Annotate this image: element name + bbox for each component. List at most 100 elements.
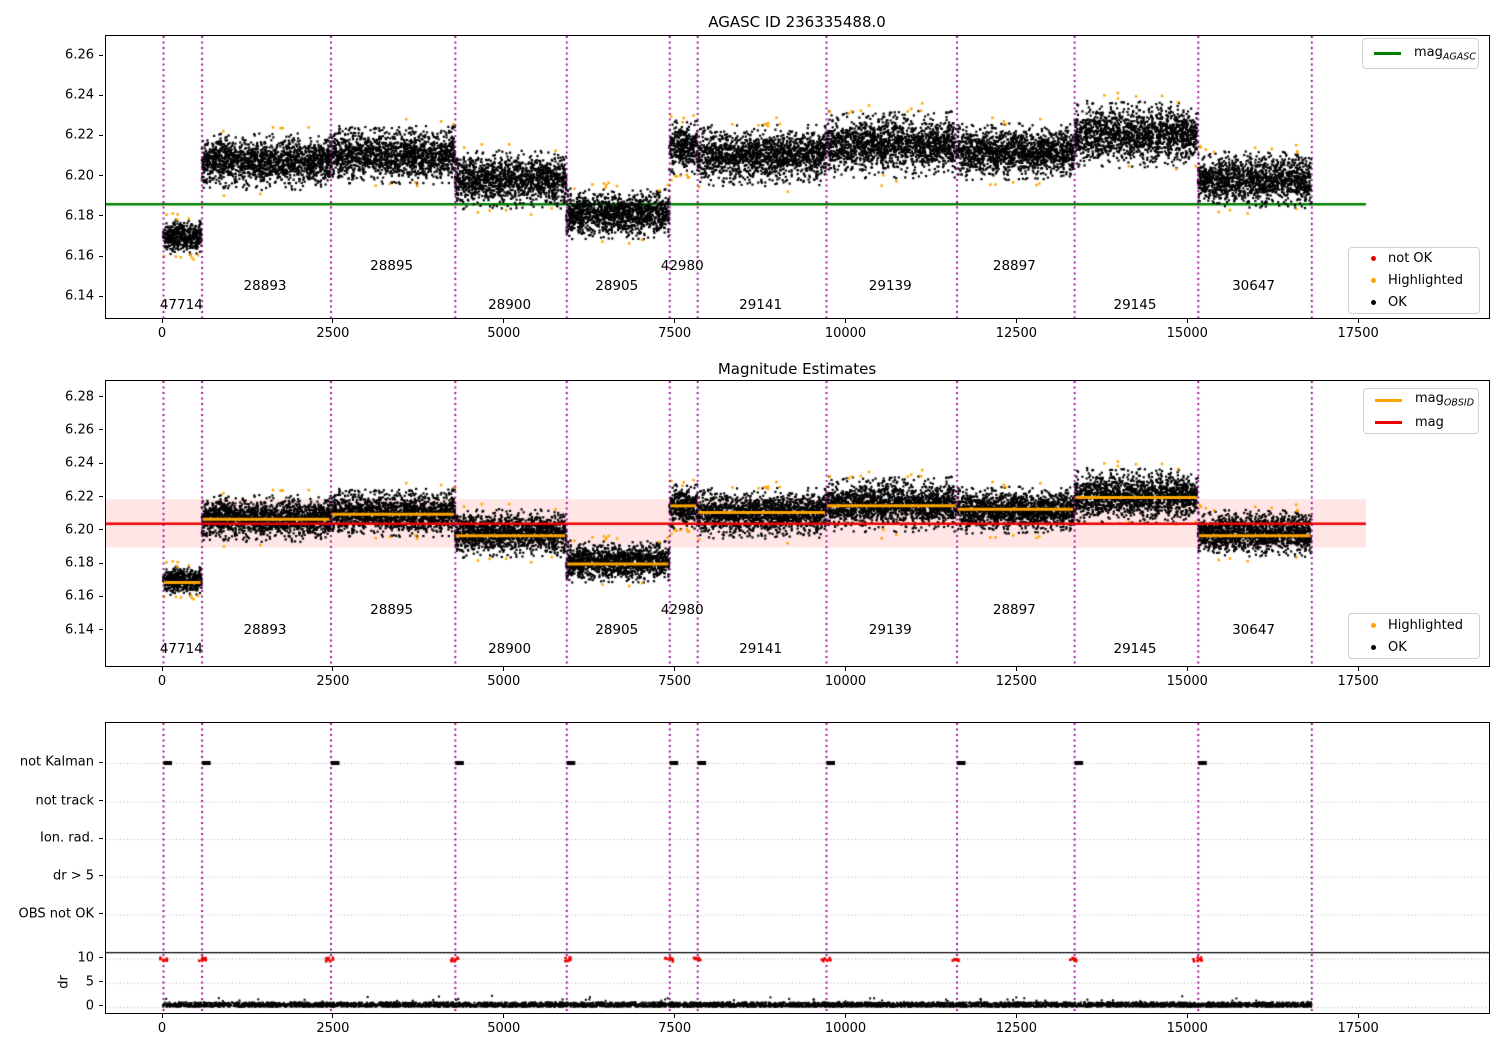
orange-dot-swatch — [1371, 622, 1376, 628]
dr-tick-label: 0 — [85, 998, 94, 1014]
x-tick-mark — [1357, 1014, 1359, 1018]
top-plot-canvas — [106, 36, 1489, 318]
black-dot-swatch — [1371, 644, 1376, 650]
x-tick-label: 5000 — [487, 1021, 521, 1036]
x-tick-mark — [1015, 319, 1017, 323]
dr-tick-mark — [99, 957, 103, 959]
y-tick-mark — [99, 496, 103, 498]
obsid-label: 28893 — [243, 278, 287, 294]
x-tick-mark — [1186, 667, 1188, 671]
x-tick-mark — [503, 1014, 505, 1018]
y-tick-mark — [99, 175, 103, 177]
y-tick-label: 6.28 — [65, 389, 94, 405]
y-tick-mark — [99, 529, 103, 531]
flag-row-tick-mark — [99, 913, 103, 915]
flag-row-label: OBS not OK — [18, 906, 95, 922]
legend-label-not-ok: not OK — [1388, 251, 1433, 267]
y-tick-label: 6.24 — [65, 455, 94, 471]
obsid-label: 28897 — [992, 258, 1036, 274]
x-tick-label: 0 — [157, 1021, 167, 1036]
x-tick-mark — [674, 319, 676, 323]
obsid-label: 29139 — [868, 622, 912, 638]
flag-row-tick-mark — [99, 761, 103, 763]
legend-item-not-ok: not OK — [1349, 248, 1479, 270]
x-tick-mark — [503, 319, 505, 323]
legend-label-mag-obsid: magOBSID — [1415, 391, 1475, 409]
obsid-label: 42980 — [660, 602, 704, 618]
x-tick-label: 0 — [157, 674, 167, 689]
y-tick-mark — [99, 255, 103, 257]
flag-row-tick-mark — [99, 800, 103, 802]
x-tick-mark — [845, 319, 846, 323]
obsid-label: 28900 — [488, 641, 532, 657]
obsid-label: 28895 — [370, 258, 414, 274]
x-tick-mark — [845, 667, 846, 671]
x-tick-label: 12500 — [995, 326, 1038, 341]
obsid-label: 28905 — [595, 278, 639, 294]
x-tick-mark — [161, 319, 163, 323]
obsid-label: 28895 — [370, 602, 414, 618]
middle-plot-title: Magnitude Estimates — [717, 360, 877, 378]
x-tick-label: 15000 — [1166, 674, 1208, 689]
top-plot-axes — [105, 35, 1490, 319]
legend-label-ok-mid: OK — [1388, 639, 1407, 655]
y-tick-mark — [99, 429, 103, 431]
x-tick-mark — [161, 667, 163, 671]
obsid-label: 28897 — [992, 602, 1036, 618]
orange-dot-swatch — [1371, 278, 1376, 283]
obsid-label: 47714 — [159, 297, 203, 313]
obsid-label: 30647 — [1232, 278, 1276, 294]
flag-row-label: dr > 5 — [52, 868, 94, 884]
y-tick-mark — [99, 134, 103, 136]
legend-top-points: not OK Highlighted OK — [1348, 247, 1480, 314]
x-tick-label: 5000 — [487, 326, 521, 341]
x-tick-label: 17500 — [1337, 1021, 1379, 1036]
x-tick-label: 0 — [157, 326, 167, 341]
flag-row-label: Ion. rad. — [40, 830, 94, 846]
x-tick-label: 10000 — [824, 1021, 867, 1036]
flag-row-label: not track — [35, 793, 94, 809]
obsid-label: 29145 — [1113, 297, 1157, 313]
obsid-label: 29145 — [1113, 641, 1157, 657]
x-tick-label: 17500 — [1337, 326, 1379, 341]
y-tick-mark — [99, 396, 103, 398]
x-tick-label: 10000 — [824, 674, 867, 689]
legend-label-highlighted-mid: Highlighted — [1388, 617, 1463, 633]
x-tick-mark — [674, 1014, 676, 1018]
legend-label-ok: OK — [1388, 294, 1407, 310]
green-line-swatch — [1374, 52, 1401, 55]
x-tick-mark — [332, 667, 334, 671]
figure: AGASC ID 236335488.0 Magnitude Estimates… — [0, 0, 1500, 1050]
x-tick-mark — [1186, 1014, 1188, 1018]
x-tick-label: 15000 — [1166, 1021, 1208, 1036]
y-tick-mark — [99, 462, 103, 464]
x-tick-label: 10000 — [824, 326, 867, 341]
x-tick-label: 2500 — [316, 1021, 350, 1036]
obsid-label: 30647 — [1232, 622, 1276, 638]
x-tick-mark — [674, 667, 676, 671]
y-tick-label: 6.14 — [65, 622, 94, 638]
red-dot-swatch — [1371, 256, 1376, 262]
x-tick-label: 2500 — [316, 674, 350, 689]
obsid-label: 28893 — [243, 622, 287, 638]
x-tick-label: 7500 — [658, 1021, 692, 1036]
x-tick-mark — [1186, 319, 1188, 323]
x-tick-mark — [1357, 667, 1359, 671]
obsid-label: 29141 — [739, 297, 783, 313]
flag-row-tick-mark — [99, 837, 103, 839]
bottom-plot-canvas — [106, 723, 1489, 1013]
y-tick-label: 6.14 — [65, 288, 94, 304]
legend-item-highlighted-mid: Highlighted — [1349, 614, 1479, 636]
red-line-swatch — [1375, 420, 1402, 424]
dr-tick-label: 5 — [85, 974, 94, 990]
y-tick-label: 6.22 — [65, 127, 94, 143]
x-tick-mark — [332, 319, 334, 323]
y-tick-label: 6.24 — [65, 87, 94, 103]
black-dot-swatch — [1371, 299, 1376, 305]
obsid-label: 29141 — [739, 641, 783, 657]
y-tick-mark — [99, 595, 103, 597]
y-tick-label: 6.26 — [65, 422, 94, 438]
obsid-label: 28905 — [595, 622, 639, 638]
y-tick-mark — [99, 562, 103, 564]
x-tick-mark — [845, 1014, 846, 1018]
